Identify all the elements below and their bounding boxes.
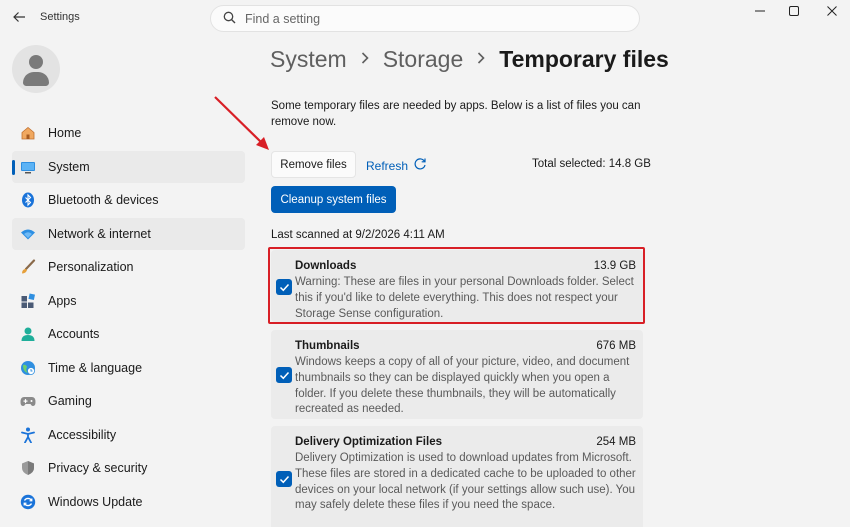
sidebar-item-label: Gaming — [48, 394, 92, 408]
total-selected: Total selected: 14.8 GB — [532, 158, 651, 170]
category-size: 254 MB — [596, 436, 636, 448]
update-icon — [20, 494, 36, 510]
shield-icon — [20, 460, 36, 476]
category-title: Thumbnails — [295, 340, 360, 352]
checkbox-thumbnails[interactable] — [276, 367, 292, 383]
sidebar-item-bluetooth[interactable]: Bluetooth & devices — [12, 184, 245, 216]
title-bar: Settings — [0, 0, 850, 36]
user-avatar[interactable] — [12, 45, 60, 93]
remove-files-button[interactable]: Remove files — [271, 151, 356, 178]
checkbox-delivery-optimization[interactable] — [276, 471, 292, 487]
minimize-button[interactable] — [743, 3, 777, 19]
sidebar-item-windows-update[interactable]: Windows Update — [12, 486, 245, 518]
page-description: Some temporary files are needed by apps.… — [271, 100, 641, 128]
sidebar-item-label: Bluetooth & devices — [48, 193, 159, 207]
sidebar-item-accessibility[interactable]: Accessibility — [12, 419, 245, 451]
bluetooth-icon — [20, 192, 36, 208]
globe-icon — [20, 360, 36, 376]
sidebar-item-system[interactable]: System — [12, 150, 245, 183]
search-box[interactable] — [210, 5, 640, 32]
sidebar-item-label: Accessibility — [48, 427, 117, 442]
sidebar-item-network[interactable]: Network & internet — [12, 217, 245, 250]
sidebar-item-label: Privacy & security — [48, 461, 148, 475]
sidebar-item-label: Personalization — [48, 260, 134, 274]
category-delivery-optimization[interactable]: Delivery Optimization Files 254 MB Deliv… — [271, 426, 643, 527]
breadcrumb-system[interactable]: System — [270, 46, 347, 73]
sidebar-item-gaming[interactable]: Gaming — [12, 385, 245, 417]
home-icon — [20, 125, 36, 141]
gamepad-icon — [20, 393, 36, 409]
accessibility-icon — [20, 427, 36, 443]
category-thumbnails[interactable]: Thumbnails 676 MB Windows keeps a copy o… — [271, 330, 643, 419]
category-description: Delivery Optimization is used to downloa… — [295, 452, 636, 512]
breadcrumb-storage[interactable]: Storage — [383, 46, 464, 73]
sidebar-item-label: Time & language — [48, 360, 143, 375]
sidebar-item-label: Network & internet — [48, 226, 151, 241]
active-indicator — [12, 159, 15, 175]
breadcrumb: System Storage Temporary files — [270, 46, 669, 73]
maximize-button[interactable] — [777, 3, 811, 19]
sidebar-item-label: Windows Update — [48, 494, 143, 509]
refresh-link[interactable]: Refresh — [366, 157, 427, 174]
sidebar-item-label: Home — [48, 126, 82, 140]
category-description: Windows keeps a copy of all of your pict… — [295, 356, 630, 416]
sidebar-item-label: Apps — [48, 293, 77, 308]
app-title: Settings — [40, 11, 80, 23]
sidebar-nav: Home System Bluetooth & devices Network … — [12, 117, 245, 519]
chevron-right-icon — [360, 50, 370, 70]
search-icon — [223, 11, 236, 27]
sidebar-item-personalization[interactable]: Personalization — [12, 251, 245, 283]
page-title: Temporary files — [499, 46, 669, 72]
refresh-label: Refresh — [366, 158, 409, 173]
system-icon — [20, 159, 36, 175]
category-title: Delivery Optimization Files — [295, 436, 442, 448]
last-scanned: Last scanned at 9/2/2026 4:11 AM — [271, 229, 445, 241]
close-button[interactable] — [815, 3, 849, 19]
wifi-icon — [20, 226, 36, 242]
cleanup-system-files-button[interactable]: Cleanup system files — [271, 186, 396, 213]
highlight-box — [268, 247, 645, 324]
back-arrow-icon[interactable] — [8, 6, 30, 28]
sidebar-item-time-language[interactable]: Time & language — [12, 352, 245, 384]
chevron-right-icon — [476, 50, 486, 70]
sidebar-item-accounts[interactable]: Accounts — [12, 318, 245, 350]
sidebar-item-apps[interactable]: Apps — [12, 285, 245, 317]
refresh-icon — [413, 157, 427, 174]
sidebar-item-privacy-security[interactable]: Privacy & security — [12, 452, 245, 484]
apps-icon — [20, 292, 36, 309]
accounts-icon — [20, 326, 36, 342]
sidebar-item-home[interactable]: Home — [12, 117, 245, 149]
sidebar-item-label: System — [48, 159, 90, 174]
brush-icon — [20, 259, 36, 275]
sidebar-item-label: Accounts — [48, 327, 100, 341]
annotation-arrow-icon — [214, 96, 269, 150]
search-input[interactable] — [245, 11, 605, 26]
category-size: 676 MB — [596, 340, 636, 352]
